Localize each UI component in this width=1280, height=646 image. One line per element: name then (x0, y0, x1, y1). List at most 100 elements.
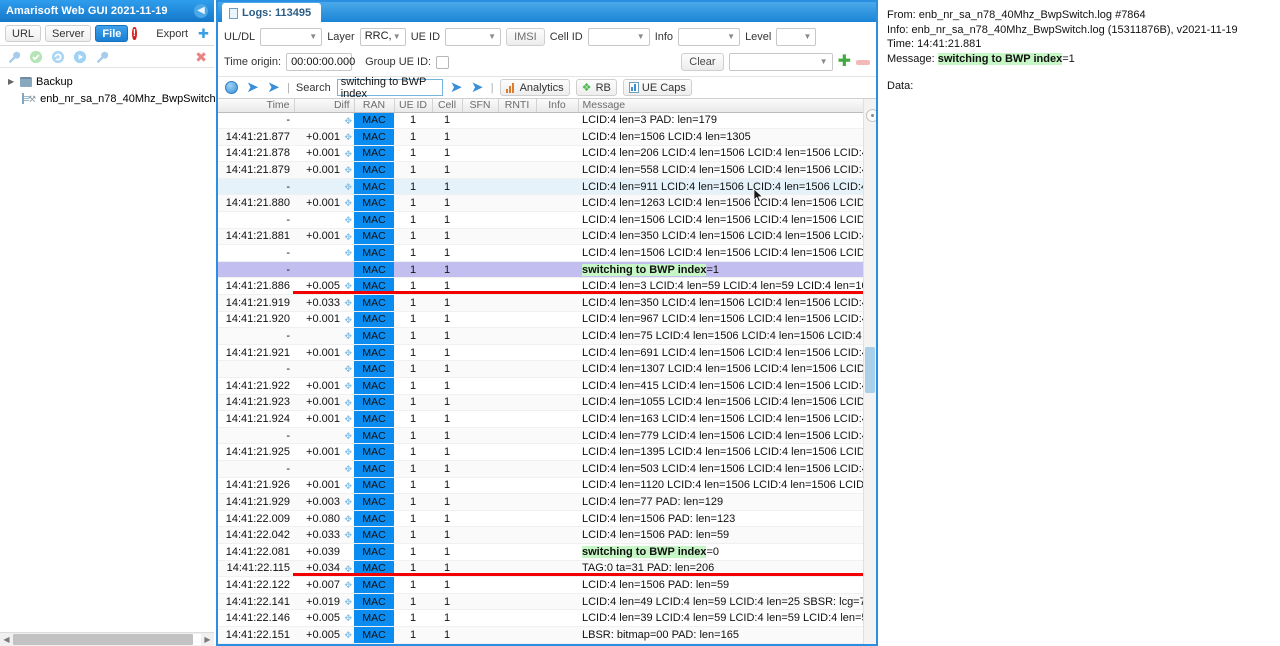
scroll-track[interactable] (13, 634, 201, 645)
table-row[interactable]: - ✥ MAC 1 1 LCID:4 len=1307 LCID:4 len=1506 L… (218, 360, 866, 378)
table-row[interactable]: 14:41:22.122 +0.007 ✥ MAC 1 1 LCID:4 len=1506 … (218, 576, 866, 594)
scroll-thumb[interactable] (865, 347, 875, 393)
error-icon[interactable]: ! (132, 27, 137, 40)
marker-icon[interactable]: ✥ (344, 597, 352, 606)
column-header-time[interactable]: Time (218, 99, 295, 113)
table-row[interactable]: 14:41:21.922 +0.001 ✥ MAC 1 1 LCID:4 len=415 L… (218, 377, 866, 395)
marker-icon[interactable]: ✥ (344, 382, 352, 391)
scroll-right-icon[interactable]: ▶ (201, 635, 214, 644)
table-row[interactable]: 14:41:21.923 +0.001 ✥ MAC 1 1 LCID:4 len=1055 … (218, 394, 866, 412)
add-icon[interactable]: ✚ (198, 27, 209, 40)
marker-icon[interactable]: ✥ (344, 365, 352, 374)
table-row[interactable]: - ✥ MAC 1 1 LCID:4 len=3 PAD: len=179 (218, 112, 866, 130)
server-button[interactable]: Server (45, 25, 92, 42)
marker-icon[interactable]: ✥ (344, 116, 352, 125)
table-row[interactable]: 14:41:21.929 +0.003 ✥ MAC 1 1 LCID:4 len=77 PA… (218, 493, 866, 511)
find-prev-icon[interactable]: ➤ (449, 80, 464, 95)
table-row[interactable]: 14:41:21.925 +0.001 ✥ MAC 1 1 LCID:4 len=1395 … (218, 443, 866, 461)
marker-icon[interactable]: ✥ (344, 498, 352, 507)
left-horizontal-scrollbar[interactable]: ◀ ▶ (0, 632, 214, 646)
add-filter-icon[interactable]: ✚ (838, 54, 851, 70)
table-row[interactable]: 14:41:22.141 +0.019 ✥ MAC 1 1 LCID:4 len=49 LC… (218, 593, 866, 611)
table-row[interactable]: 14:41:22.151 +0.005 ✥ MAC 1 1 LBSR: bitmap=00 … (218, 626, 866, 644)
table-row[interactable]: - ✥ MAC 1 1 LCID:4 len=911 LCID:4 len=1506 LC… (218, 178, 866, 196)
marker-icon[interactable]: ✥ (344, 531, 352, 540)
column-header-message[interactable]: Message (578, 99, 867, 113)
scroll-thumb[interactable] (13, 634, 194, 645)
column-header-ran[interactable]: RAN (354, 99, 395, 113)
find-next-icon[interactable]: ➤ (470, 80, 485, 95)
check-circle-icon[interactable] (29, 50, 43, 64)
table-row[interactable]: - MAC 1 1 switching to BWP index=1 (218, 261, 866, 279)
table-row[interactable]: 14:41:21.881 +0.001 ✥ MAC 1 1 LCID:4 len=350 L… (218, 228, 866, 246)
rb-button[interactable]: ❖ RB (575, 79, 617, 96)
pin-icon[interactable] (95, 50, 109, 64)
clock-icon[interactable] (224, 80, 239, 95)
marker-icon[interactable]: ✥ (344, 464, 352, 473)
column-header-rnti[interactable]: RNTI (498, 99, 537, 113)
marker-icon[interactable]: ✥ (344, 348, 352, 357)
marker-icon[interactable]: ✥ (344, 199, 352, 208)
marker-icon[interactable]: ✥ (344, 133, 352, 142)
preset-select[interactable]: ▼ (728, 53, 833, 71)
clear-button[interactable]: Clear (681, 53, 724, 71)
nav-prev-icon[interactable]: ➤ (245, 80, 260, 95)
marker-icon[interactable]: ✥ (344, 299, 352, 308)
marker-icon[interactable]: ✥ (344, 564, 352, 573)
table-row[interactable]: 14:41:22.009 +0.080 ✥ MAC 1 1 LCID:4 len=1506 … (218, 510, 866, 528)
marker-icon[interactable]: ✥ (344, 431, 352, 440)
chevron-left-icon[interactable]: ◀ (194, 4, 208, 18)
table-row[interactable]: - ✥ MAC 1 1 LCID:4 len=503 LCID:4 len=1506 LC… (218, 460, 866, 478)
marker-icon[interactable]: ✥ (344, 581, 352, 590)
column-header-ue-id[interactable]: UE ID (394, 99, 433, 113)
table-row[interactable]: 14:41:22.146 +0.005 ✥ MAC 1 1 LCID:4 len=39 LC… (218, 609, 866, 627)
table-row[interactable]: - ✥ MAC 1 1 LCID:4 len=1506 LCID:4 len=1506 L… (218, 211, 866, 229)
marker-icon[interactable]: ✥ (344, 166, 352, 175)
url-button[interactable]: URL (5, 25, 42, 42)
table-row[interactable]: 14:41:21.878 +0.001 ✥ MAC 1 1 LCID:4 len=206 L… (218, 145, 866, 163)
play-icon[interactable] (73, 50, 87, 64)
table-row[interactable]: - ✥ MAC 1 1 LCID:4 len=779 LCID:4 len=1506 LC… (218, 427, 866, 445)
level-select[interactable]: ▼ (776, 28, 817, 46)
marker-icon[interactable]: ✥ (344, 249, 352, 258)
marker-icon[interactable]: ✥ (344, 398, 352, 407)
marker-icon[interactable]: ✥ (344, 514, 352, 523)
table-row[interactable]: 14:41:21.920 +0.001 ✥ MAC 1 1 LCID:4 len=967 L… (218, 311, 866, 329)
marker-icon[interactable]: ✥ (344, 232, 352, 241)
marker-icon[interactable]: ✥ (344, 415, 352, 424)
uldl-select[interactable]: ▼ (260, 28, 323, 46)
analytics-button[interactable]: Analytics (499, 79, 570, 96)
tree-item-backup[interactable]: ▶ Backup (6, 73, 214, 90)
table-row[interactable]: 14:41:21.879 +0.001 ✥ MAC 1 1 LCID:4 len=558 L… (218, 161, 866, 179)
info-select[interactable]: ▼ (678, 28, 741, 46)
marker-icon[interactable]: ✥ (344, 332, 352, 341)
table-row[interactable]: 14:41:22.042 +0.033 ✥ MAC 1 1 LCID:4 len=1506 … (218, 526, 866, 544)
marker-icon[interactable]: ✥ (344, 630, 352, 639)
marker-icon[interactable]: ✥ (344, 149, 352, 158)
table-row[interactable]: 14:41:21.926 +0.001 ✥ MAC 1 1 LCID:4 len=1120 … (218, 477, 866, 495)
marker-icon[interactable]: ✥ (344, 481, 352, 490)
table-row[interactable]: 14:41:21.877 +0.001 ✥ MAC 1 1 LCID:4 len=1506 … (218, 128, 866, 146)
scroll-marker-icon[interactable] (866, 109, 876, 122)
column-header-info[interactable]: Info (536, 99, 579, 113)
marker-icon[interactable]: ✥ (344, 614, 352, 623)
table-row[interactable]: - ✥ MAC 1 1 LCID:4 len=1506 LCID:4 len=1506 L… (218, 244, 866, 262)
table-row[interactable]: 14:41:21.919 +0.033 ✥ MAC 1 1 LCID:4 len=350 L… (218, 294, 866, 312)
close-icon[interactable]: ✖ (195, 50, 207, 64)
uecaps-button[interactable]: UE Caps (622, 79, 692, 96)
chevron-right-icon[interactable]: ▶ (8, 77, 16, 86)
log-vertical-scrollbar[interactable] (863, 99, 876, 644)
nav-next-icon[interactable]: ➤ (266, 80, 281, 95)
log-table-container[interactable]: Time Diff RAN UE ID Cell SFN RNTI Info Message -… (218, 99, 876, 644)
tab-logs[interactable]: Logs: 113495 (222, 3, 322, 22)
column-header-cell[interactable]: Cell (432, 99, 463, 113)
group-ueid-checkbox[interactable] (436, 55, 450, 69)
imsi-button[interactable]: IMSI (506, 28, 545, 46)
marker-icon[interactable]: ✥ (344, 182, 352, 191)
marker-icon[interactable]: ✥ (344, 216, 352, 225)
export-button[interactable]: Export (150, 25, 194, 42)
ueid-select[interactable]: ▼ (445, 28, 502, 46)
column-header-sfn[interactable]: SFN (462, 99, 499, 113)
time-origin-input[interactable]: 00:00:00.000 (286, 53, 355, 71)
search-input[interactable]: switching to BWP index (336, 76, 443, 100)
